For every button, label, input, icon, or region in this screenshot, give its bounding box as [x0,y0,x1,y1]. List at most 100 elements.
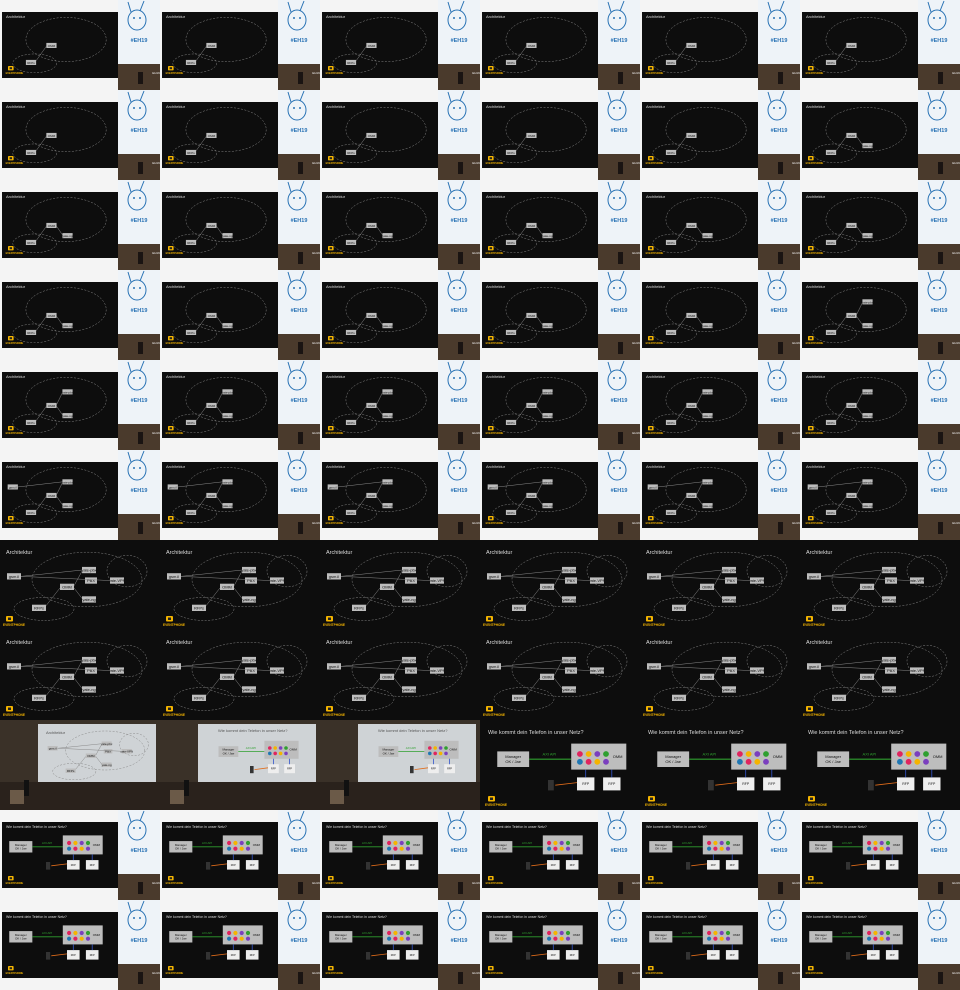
video-frame-thumbnail[interactable]: Wie kommt dein Telefon in unser Netz? Man… [320,900,480,990]
video-frame-thumbnail[interactable]: Architektur OMM RFPs EVENTPHONE #EH19 EH19 [0,0,160,90]
device-dot [239,936,244,941]
video-frame-thumbnail[interactable]: Wie kommt dein Telefon in unser Netz? Man… [0,900,160,990]
device-dot [885,840,891,846]
node-omm-label: OMM [542,674,552,679]
video-frame-thumbnail[interactable]: Architektur OMM RFPs EVENTPHONE #EH19 EH19 [480,0,640,90]
video-frame-thumbnail[interactable]: Architektur OMM RFPs yate-ng EVENTPHONE #EH… [640,180,800,270]
video-frame-thumbnail[interactable]: Architektur OMM RFPs EVENTPHONE #EH19 EH19 [0,90,160,180]
device-dot [227,840,232,846]
video-frame-thumbnail[interactable]: Architektur OMM RFPs yate-ng EVENTPHONE #EH… [800,180,960,270]
video-frame-thumbnail[interactable]: Architektur OMM RFPs yate-ng yate-pbx EVENTP… [320,360,480,450]
video-frame-thumbnail[interactable]: Wie kommt dein Telefon in unser Netz? Man… [800,720,960,810]
eventphone-wordmark: EVENTPHONE [486,161,504,165]
slide-area [162,912,279,978]
video-frame-thumbnail[interactable]: Architektur OMM RFPs yate-ng yate-pbx gsm.il P… [320,540,480,630]
phone-handset [868,780,874,791]
video-frame-thumbnail[interactable]: Architektur OMM RFPs yate-ng EVENTPHONE #EH… [0,180,160,270]
video-frame-thumbnail[interactable]: Wie kommt dein Telefon in unser Netz? Man… [0,810,160,900]
video-frame-thumbnail[interactable]: Wie kommt dein Telefon in unser Netz? Man… [800,900,960,990]
video-frame-thumbnail[interactable]: Architektur OMM RFPs yate-ng yate-pbx gsm.il P… [0,630,160,720]
video-frame-thumbnail[interactable]: Wie kommt dein Telefon in unser Netz? Man… [480,900,640,990]
axi-api-label: AXI API [362,931,373,935]
video-frame-thumbnail[interactable]: Architektur OMM RFPs EVENTPHONE #EH19 EH19 [320,0,480,90]
video-frame-thumbnail[interactable]: Wie kommt dein Telefon in unser Netz? Man… [640,720,800,810]
video-frame-thumbnail[interactable]: Architektur OMM RFPs yate-ng yate-pbx gsm.il P… [480,540,640,630]
video-frame-thumbnail[interactable]: Architektur OMM RFPs yate-ng yate-pbx gsm.il P… [640,540,800,630]
video-frame-thumbnail[interactable]: Wie kommt dein Telefon in unser Netz? Man… [160,810,320,900]
video-frame-thumbnail[interactable]: Architektur OMM RFPs yate-ng EVENTPHONE #EH… [480,180,640,270]
video-frame-thumbnail[interactable]: Wie kommt dein Telefon in unser Netz? Man… [800,810,960,900]
rfp-label: RFP [90,954,95,957]
frame-image: Architektur OMM RFPs EVENTPHONE #EH19 EH19 [320,0,480,90]
video-frame-thumbnail[interactable]: Architektur OMM RFPs yate-ng yate-pbx EVENTP… [640,360,800,450]
video-frame-thumbnail[interactable]: Wie kommt dein Telefon in unser Netz? Man… [640,810,800,900]
video-frame-thumbnail[interactable]: Architektur OMM RFPs yate-ng EVENTPHONE #EH… [160,270,320,360]
node-omm-label: OMM [528,314,536,318]
video-frame-thumbnail[interactable]: Wie kommt dein Telefon in unser Netz? Man… [160,720,320,810]
video-frame-thumbnail[interactable]: Architektur OMM RFPs yate-ng yate-pbx gsm.il … [160,450,320,540]
video-frame-thumbnail[interactable]: Architektur OMM RFPs yate-ng yate-pbx gsm.il P… [480,630,640,720]
slide-area [642,102,759,168]
frame-image: Wie kommt dein Telefon in unser Netz?Man… [480,900,640,990]
video-frame-thumbnail[interactable]: Wie kommt dein Telefon in unser Netz? Man… [320,810,480,900]
video-frame-thumbnail[interactable]: Wie kommt dein Telefon in unser Netz? Man… [160,900,320,990]
speaker-figure [138,342,143,354]
video-frame-thumbnail[interactable]: Architektur OMM RFPs yate-ng yate-pbx gsm.il P… [0,540,160,630]
axi-api-label: AXI API [406,746,417,750]
video-frame-thumbnail[interactable]: Architektur OMM RFPs yate-ng yate-pbx gsm.il P… [320,630,480,720]
bottom-tag: EH19 [152,521,160,525]
video-frame-thumbnail[interactable]: Wie kommt dein Telefon in unser Netz? Man… [480,720,640,810]
rfp-label: RFP [271,768,276,771]
video-frame-thumbnail[interactable]: Architektur OMM RFPs yate-ng yate-pbx gsm.il P… [800,540,960,630]
video-frame-thumbnail[interactable]: Architektur OMM RFPs yate-ng yate-pbx gsm.il … [800,450,960,540]
video-frame-thumbnail[interactable]: Architektur OMM RFPs yate-ng yate-pbx EVENTP… [0,360,160,450]
video-frame-thumbnail[interactable]: Architektur OMM RFPs yate-ng yate-pbx gsm.il … [640,450,800,540]
video-frame-thumbnail[interactable]: Architektur OMM RFPs yate-ng yate-pbx gsm.il … [0,450,160,540]
phone-handset [366,952,371,960]
video-frame-thumbnail[interactable]: Architektur OMM RFPs EVENTPHONE #EH19 EH19 [640,90,800,180]
video-frame-thumbnail[interactable]: Architektur OMM RFPs yate-ng EVENTPHONE #EH… [480,270,640,360]
lectern [330,790,344,804]
device-dot [603,758,609,765]
video-frame-thumbnail[interactable]: Architektur OMM RFPs EVENTPHONE #EH19 EH19 [480,90,640,180]
video-frame-thumbnail[interactable]: Architektur OMM RFPs EVENTPHONE #EH19 EH19 [640,0,800,90]
video-frame-thumbnail[interactable]: Architektur OMM RFPs yate-ng EVENTPHONE #EH… [160,180,320,270]
video-frame-thumbnail[interactable]: Wie kommt dein Telefon in unser Netz? Man… [480,810,640,900]
node-omm-label: OMM [848,134,856,138]
node-rfps-label: RFPs [187,61,195,65]
frame-image: Architektur OMM RFPs yate-ng yate-pbx EVENTP… [800,360,960,450]
video-frame-thumbnail[interactable]: Architektur OMM RFPs yate-ng EVENTPHONE #EH… [0,270,160,360]
video-frame-thumbnail[interactable]: Architektur OMM RFPs EVENTPHONE #EH19 EH19 [160,0,320,90]
device-dot [245,930,251,936]
video-frame-thumbnail[interactable]: Architektur OMM RFPs yate-ng yate-pbx gsm.il P… [640,630,800,720]
video-frame-thumbnail[interactable]: Wie kommt dein Telefon in unser Netz? Man… [320,720,480,810]
video-frame-thumbnail[interactable]: Architektur OMM RFPs yate-ng yate-pbx EVENTP… [480,360,640,450]
video-frame-thumbnail[interactable]: Architektur OMM RFPs yate-ng yate-pbx EVENTP… [800,360,960,450]
video-frame-thumbnail[interactable]: Architektur OMM RFPs yate-ng yate-pbx EVENTP… [800,270,960,360]
hashtag-text: #EH19 [611,128,628,134]
node-omm-label: OMM [688,404,696,408]
frame-image: Architektur OMM RFPs yate-ng yate-pbx gsm.il P… [640,630,800,720]
video-frame-thumbnail[interactable]: Architektur OMM RFPs yate-ng yate-pbx gsm.il P… [160,540,320,630]
slide-title: Wie kommt dein Telefon in unser Netz? [166,915,227,919]
node-rfps-label: RFPs [667,331,675,335]
video-frame-thumbnail[interactable]: Architektur OMM RFPs yate-ng EVENTPHONE #EH… [800,90,960,180]
video-frame-thumbnail[interactable]: Architektur OMM RFPs yate-ng yate-pbx gsm.il P… [0,720,160,810]
device-dot [867,840,872,846]
video-frame-thumbnail[interactable]: Architektur OMM RFPs yate-ng yate-pbx gsm.il … [320,450,480,540]
video-frame-thumbnail[interactable]: Architektur OMM RFPs EVENTPHONE #EH19 EH19 [800,0,960,90]
speaker-figure [458,342,463,354]
video-frame-thumbnail[interactable]: Architektur OMM RFPs yate-ng yate-pbx gsm.il P… [800,630,960,720]
video-frame-thumbnail[interactable]: Architektur OMM RFPs EVENTPHONE #EH19 EH19 [320,90,480,180]
video-frame-thumbnail[interactable]: Wie kommt dein Telefon in unser Netz? Man… [640,900,800,990]
video-frame-thumbnail[interactable]: Architektur OMM RFPs yate-ng yate-pbx EVENTP… [160,360,320,450]
video-frame-thumbnail[interactable]: Architektur OMM RFPs EVENTPHONE #EH19 EH19 [160,90,320,180]
video-frame-thumbnail[interactable]: Architektur OMM RFPs yate-ng yate-pbx gsm.il … [480,450,640,540]
node-yate-label: yate-ng [63,414,73,418]
video-frame-thumbnail[interactable]: Architektur OMM RFPs yate-ng EVENTPHONE #EH… [640,270,800,360]
video-frame-thumbnail[interactable]: Architektur OMM RFPs yate-ng yate-pbx gsm.il P… [160,630,320,720]
video-frame-thumbnail[interactable]: Architektur OMM RFPs yate-ng EVENTPHONE #EH… [320,270,480,360]
hashtag-text: #EH19 [291,128,308,134]
slide-title: Architektur [6,284,26,289]
video-frame-thumbnail[interactable]: Architektur OMM RFPs yate-ng EVENTPHONE #EH… [320,180,480,270]
